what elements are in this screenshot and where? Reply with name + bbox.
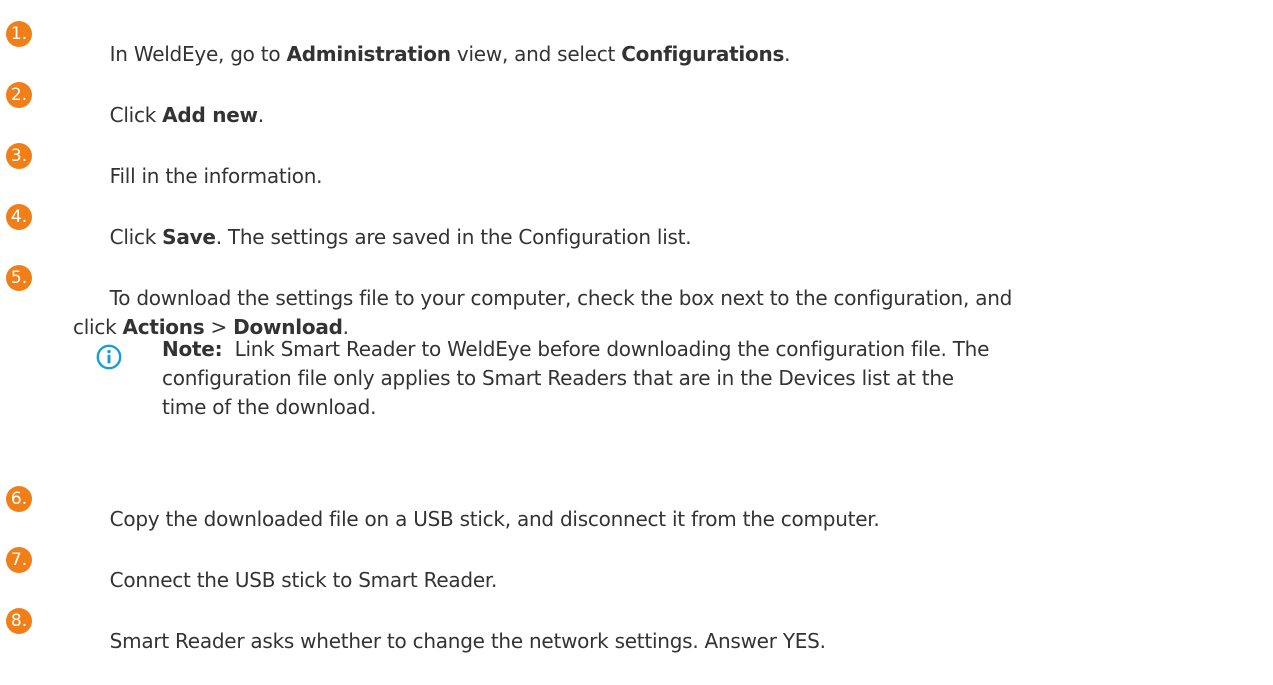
step-text-part: . — [784, 42, 791, 66]
step-text-part: Smart Reader asks whether to change the … — [109, 629, 826, 653]
step-text-part: Copy the downloaded file on a USB stick,… — [109, 507, 880, 531]
step-number-badge: 2. — [6, 82, 32, 108]
ui-term: Save — [162, 225, 216, 249]
step-number-badge: 8. — [6, 608, 32, 634]
note-line-3: time of the download. — [162, 395, 377, 419]
step-number-badge: 6. — [6, 486, 32, 512]
step-text-part: Fill in the information. — [109, 164, 323, 188]
procedure-steps: 1. In WeldEye, go to Administration view… — [0, 0, 1273, 653]
step-number-badge: 7. — [6, 547, 32, 573]
step-text-part: Click — [109, 225, 163, 249]
step-text-part: Click — [109, 103, 163, 127]
step-text-part: . — [257, 103, 264, 127]
step-number-badge: 5. — [6, 265, 32, 291]
note-line: Note: Link Smart Reader to WeldEye befor… — [162, 335, 1257, 364]
note-line-2: configuration file only applies to Smart… — [162, 366, 954, 390]
ui-term: Configurations — [621, 42, 785, 66]
step-text-part: In WeldEye, go to — [109, 42, 287, 66]
ui-term: Add new — [162, 103, 258, 127]
step-text-part: Connect the USB stick to Smart Reader. — [109, 568, 498, 592]
ui-term: Administration — [286, 42, 451, 66]
note-line-1: Link Smart Reader to WeldEye before down… — [234, 337, 990, 361]
step-number-badge: 4. — [6, 204, 32, 230]
step-text-part: view, and select — [450, 42, 622, 66]
note-text: Note: Link Smart Reader to WeldEye befor… — [162, 335, 1257, 422]
step-text-part: . The settings are saved in the Configur… — [215, 225, 692, 249]
note-label: Note: — [162, 337, 223, 361]
step-number-badge: 1. — [6, 21, 32, 47]
step-text: Smart Reader asks whether to change the … — [73, 598, 1243, 685]
info-icon — [96, 344, 122, 370]
step-number-badge: 3. — [6, 143, 32, 169]
